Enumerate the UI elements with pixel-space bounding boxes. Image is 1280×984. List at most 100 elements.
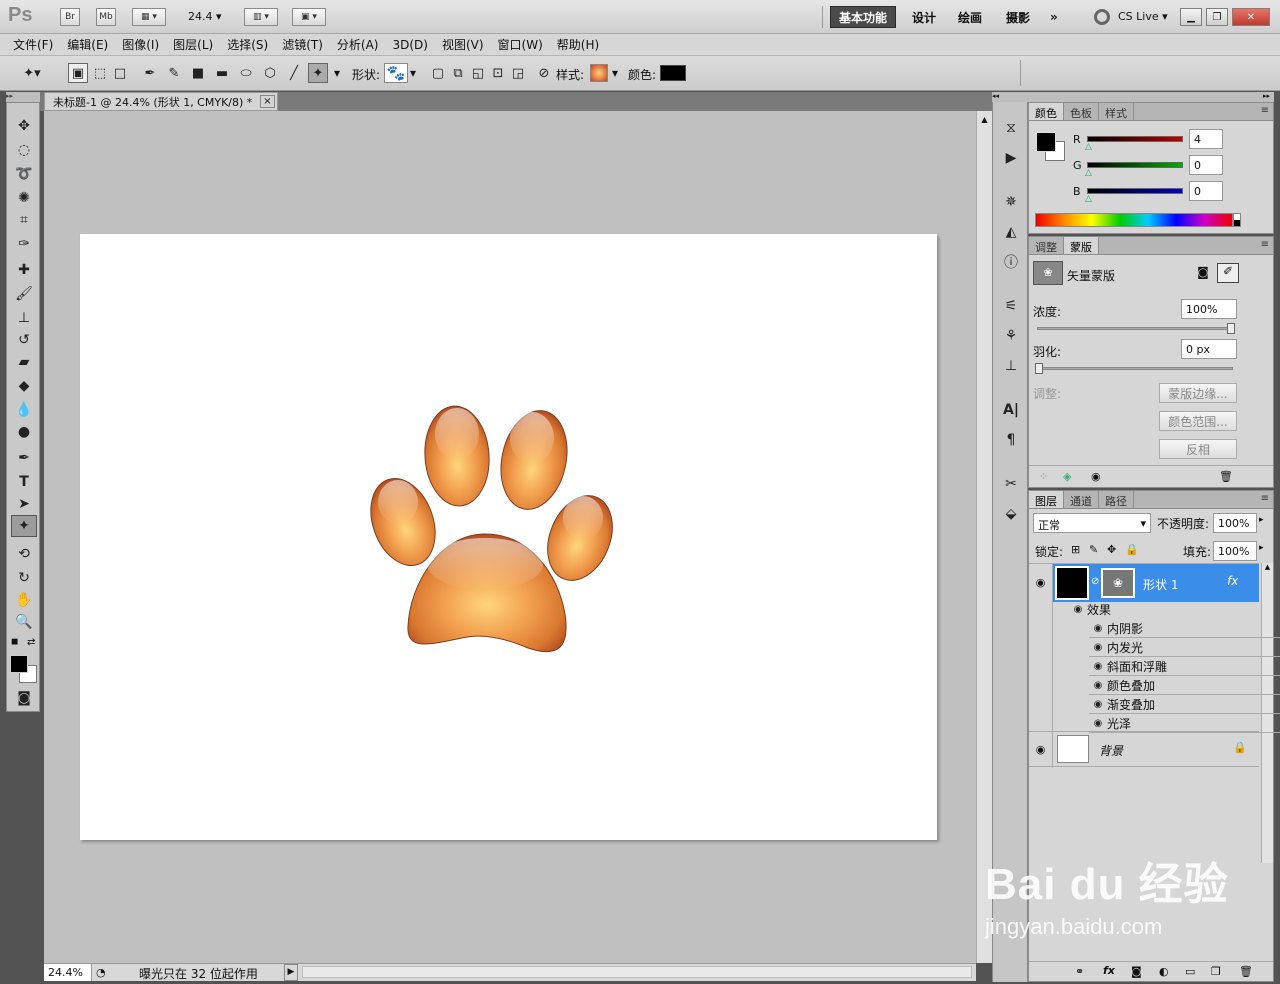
effect-eye-icon[interactable]: ◉: [1089, 680, 1107, 691]
zoom-field[interactable]: 24.4%: [44, 964, 92, 981]
histogram-panel-button[interactable]: ◭: [1001, 222, 1021, 242]
healing-brush-tool[interactable]: ✚: [11, 259, 37, 281]
opacity-arrow[interactable]: ▸: [1259, 515, 1264, 525]
restore-button[interactable]: ❐: [1206, 8, 1228, 26]
polygon-button[interactable]: ⬡: [260, 63, 280, 83]
subtract-shape-button[interactable]: ◱: [468, 63, 488, 83]
color-range-button[interactable]: 颜色范围...: [1159, 411, 1237, 431]
channel-slider-handle[interactable]: △: [1085, 168, 1092, 178]
eraser-tool[interactable]: ▰: [11, 351, 37, 373]
freeform-pen-button[interactable]: ✎: [164, 63, 184, 83]
channel-slider[interactable]: [1087, 162, 1183, 168]
type-tool[interactable]: T: [11, 471, 37, 493]
tool-preset-picker[interactable]: ✦▾: [22, 63, 42, 83]
panels-grip[interactable]: ▸▸: [1028, 92, 1274, 102]
menu-image[interactable]: 图像(I): [115, 36, 166, 53]
effect-row[interactable]: ◉ 渐变叠加: [1089, 695, 1280, 714]
new-layer-icon[interactable]: ❐: [1211, 965, 1221, 978]
effect-eye-icon[interactable]: ◉: [1089, 642, 1107, 653]
apply-mask-icon[interactable]: ◈: [1063, 470, 1071, 483]
effect-row[interactable]: ◉ 斜面和浮雕: [1089, 657, 1280, 676]
layer-name[interactable]: 背景: [1099, 742, 1123, 759]
feather-slider-handle[interactable]: [1035, 363, 1043, 374]
dodge-tool[interactable]: ●: [11, 421, 37, 443]
close-window-button[interactable]: ✕: [1232, 8, 1270, 26]
shape-dropdown-arrow[interactable]: ▾: [334, 66, 340, 80]
navigator-panel-button[interactable]: ✵: [1001, 192, 1021, 212]
clone-source-button[interactable]: ⊥: [1001, 356, 1021, 376]
effects-eye-icon[interactable]: ◉: [1069, 604, 1087, 615]
brush-tool[interactable]: 🖌: [11, 283, 37, 305]
paths-button[interactable]: ⬚: [90, 63, 110, 83]
shape-layers-button[interactable]: ▣: [68, 63, 88, 83]
tab-paths[interactable]: 路径: [1099, 491, 1134, 508]
visibility-eye-icon[interactable]: ◉: [1091, 470, 1101, 483]
menu-filter[interactable]: 滤镜(T): [275, 36, 330, 53]
lock-transparency-icon[interactable]: ⊞: [1071, 543, 1080, 556]
zoom-tool[interactable]: 🔍: [11, 611, 37, 633]
tools-grip[interactable]: ▸▸: [6, 92, 40, 102]
custom-shape-tool[interactable]: ✦: [11, 515, 37, 537]
vertical-scrollbar[interactable]: ▲: [976, 111, 992, 963]
menu-3d[interactable]: 3D(D): [385, 38, 434, 52]
tab-swatches[interactable]: 色板: [1064, 103, 1099, 120]
layer-effects-icon[interactable]: fx: [1227, 574, 1238, 588]
menu-layer[interactable]: 图层(L): [166, 36, 220, 53]
view-extras-button[interactable]: ▦ ▾: [132, 8, 166, 26]
custom-shape-button[interactable]: ✦: [308, 63, 328, 83]
channel-input[interactable]: 0: [1189, 155, 1223, 175]
status-info-icon[interactable]: ◔: [96, 966, 106, 979]
info-panel-button[interactable]: ⓘ: [1001, 252, 1021, 272]
cs-live-menu[interactable]: CS Live ▾: [1118, 10, 1168, 23]
vector-mask-thumbnail[interactable]: ❀: [1101, 568, 1135, 598]
opacity-input[interactable]: 100%: [1213, 513, 1257, 533]
channel-slider[interactable]: [1087, 188, 1183, 194]
path-selection-tool[interactable]: ➤: [11, 493, 37, 515]
fill-arrow[interactable]: ▸: [1259, 543, 1264, 553]
tab-layers[interactable]: 图层: [1029, 491, 1064, 508]
color-swatch[interactable]: [660, 65, 686, 81]
delete-layer-icon[interactable]: 🗑: [1239, 965, 1253, 978]
add-vector-mask-button[interactable]: ✐: [1217, 263, 1239, 283]
workspace-photography[interactable]: 摄影: [998, 6, 1038, 28]
tab-adjustments[interactable]: 调整: [1029, 237, 1064, 254]
blur-tool[interactable]: 💧: [11, 399, 37, 421]
3d-panel-button[interactable]: ⬙: [1001, 504, 1021, 524]
black-white-ramp[interactable]: [1233, 213, 1241, 227]
canvas[interactable]: [80, 234, 937, 840]
fill-pixels-button[interactable]: □: [110, 63, 130, 83]
tab-color[interactable]: 颜色: [1029, 103, 1064, 120]
shape-picker[interactable]: 🐾: [384, 63, 408, 83]
tab-styles[interactable]: 样式: [1099, 103, 1134, 120]
layer-row-background[interactable]: ◉ 背景 🔒: [1029, 731, 1259, 768]
tab-masks[interactable]: 蒙版: [1064, 237, 1099, 254]
actions-panel-button[interactable]: ▶: [1001, 148, 1021, 168]
document-tab[interactable]: 未标题-1 @ 24.4% (形状 1, CMYK/8) * ×: [44, 92, 278, 111]
workspace-design[interactable]: 设计: [904, 6, 944, 28]
add-pixel-mask-button[interactable]: ◙: [1195, 265, 1211, 281]
density-slider[interactable]: [1037, 327, 1233, 330]
menu-analysis[interactable]: 分析(A): [330, 36, 386, 53]
crop-tool[interactable]: ⌗: [11, 209, 37, 231]
paragraph-panel-button[interactable]: ¶: [1001, 430, 1021, 450]
bridge-button[interactable]: Br: [60, 8, 80, 26]
style-picker-arrow[interactable]: ▾: [612, 66, 618, 80]
feather-slider[interactable]: [1037, 367, 1233, 370]
add-mask-icon[interactable]: ◙: [1131, 965, 1142, 978]
effect-row[interactable]: ◉ 光泽: [1089, 714, 1280, 733]
horizontal-scrollbar[interactable]: [302, 966, 972, 978]
pen-button[interactable]: ✒: [140, 63, 160, 83]
paint-bucket-tool[interactable]: ◆: [11, 375, 37, 397]
invert-button[interactable]: 反相: [1159, 439, 1237, 459]
panel-menu-icon[interactable]: ≡: [1261, 493, 1269, 504]
move-tool[interactable]: ✥: [11, 115, 37, 137]
dock-grip[interactable]: ◂◂: [992, 92, 1028, 102]
tool-presets-button[interactable]: ✂: [1001, 474, 1021, 494]
rounded-rectangle-button[interactable]: ▬: [212, 63, 232, 83]
arrange-documents-button[interactable]: ▥ ▾: [244, 8, 278, 26]
effect-row[interactable]: ◉ 颜色叠加: [1089, 676, 1280, 695]
link-layers-icon[interactable]: ⚭: [1075, 965, 1084, 978]
mask-edge-button[interactable]: 蒙版边缘...: [1159, 383, 1237, 403]
lasso-tool[interactable]: ➰: [11, 163, 37, 185]
screen-mode-button[interactable]: ▣ ▾: [292, 8, 326, 26]
